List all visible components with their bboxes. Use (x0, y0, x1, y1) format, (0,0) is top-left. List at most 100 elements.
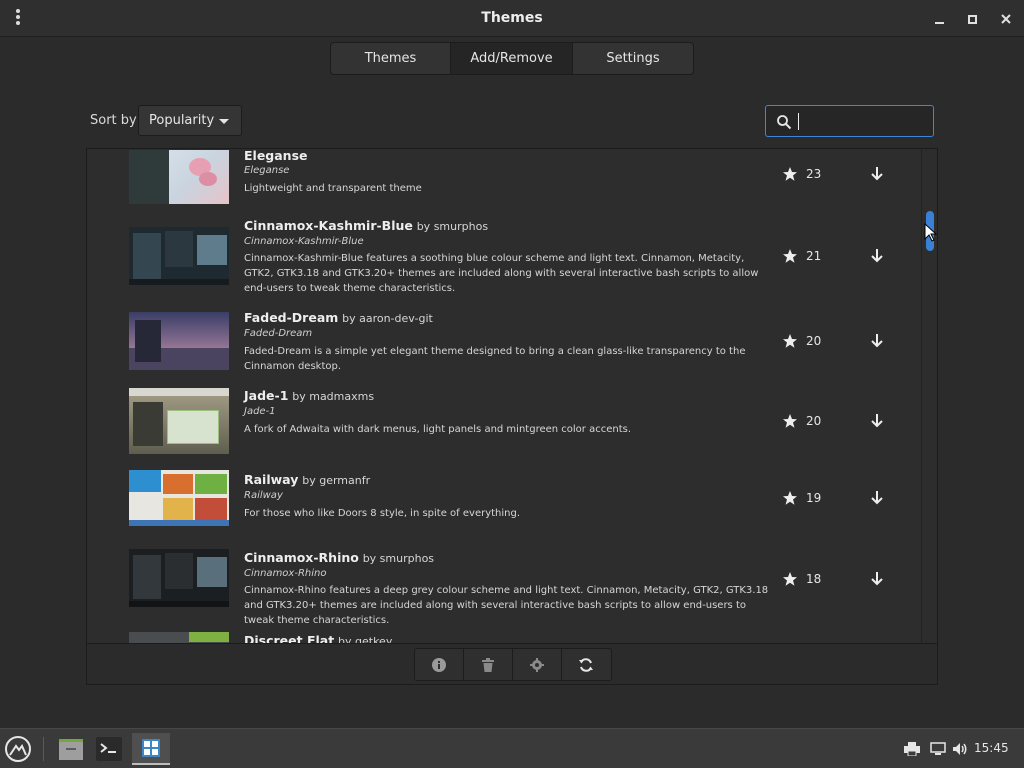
refresh-icon (579, 657, 594, 672)
printer-icon (904, 742, 920, 756)
close-button[interactable] (996, 9, 1016, 29)
theme-score: 18 (782, 571, 821, 587)
maximize-button[interactable] (962, 9, 982, 29)
theme-name: Discreet Flat by getkey (244, 633, 393, 643)
theme-thumbnail (129, 312, 229, 370)
score-value: 20 (806, 414, 822, 428)
theme-description: Lightweight and transparent theme (244, 183, 422, 194)
theme-description: For those who like Doors 8 style, in spi… (244, 508, 521, 519)
score-value: 19 (806, 491, 822, 505)
sort-label: Sort by (90, 113, 137, 128)
search-icon (777, 115, 792, 130)
theme-uuid: Cinnamox-Rhino (244, 568, 327, 579)
theme-description: Cinnamox-Rhino features a deep grey colo… (244, 585, 769, 626)
star-icon (783, 491, 797, 505)
theme-name: Eleganse (244, 149, 308, 163)
theme-score: 21 (782, 248, 821, 264)
taskbar-window-themes[interactable] (132, 733, 170, 765)
trash-icon (482, 657, 494, 672)
score-value: 18 (806, 572, 822, 586)
list-item[interactable]: Jade-1 by madmaxms Jade-1 A fork of Adwa… (87, 377, 921, 461)
refresh-button[interactable] (562, 649, 611, 680)
search-input[interactable] (765, 105, 934, 137)
chevron-down-icon (219, 119, 229, 124)
info-button[interactable] (415, 649, 464, 680)
sort-selected: Popularity (149, 113, 215, 128)
theme-uuid: Eleganse (244, 165, 290, 176)
list-item[interactable]: Railway by germanfr Railway For those wh… (87, 461, 921, 541)
taskbar-separator (43, 737, 44, 761)
download-icon[interactable] (867, 246, 887, 266)
theme-list-frame: Eleganse Eleganse Lightweight and transp… (86, 148, 938, 685)
network-icon (930, 742, 946, 755)
theme-list[interactable]: Eleganse Eleganse Lightweight and transp… (87, 149, 937, 643)
download-icon[interactable] (867, 164, 887, 184)
clock[interactable]: 15:45 (974, 741, 1009, 755)
gear-icon (530, 657, 544, 672)
window-title: Themes (481, 10, 543, 26)
info-icon (432, 657, 446, 672)
theme-thumbnail (129, 227, 229, 285)
download-icon[interactable] (867, 411, 887, 431)
score-value: 21 (806, 249, 822, 263)
action-buttons (414, 648, 612, 681)
list-item[interactable]: Discreet Flat by getkey (87, 629, 921, 643)
theme-name: Cinnamox-Kashmir-Blue by smurphos (244, 218, 489, 233)
view-switcher: Themes Add/Remove Settings (330, 42, 694, 75)
star-icon (783, 414, 797, 428)
theme-uuid: Faded-Dream (244, 328, 313, 339)
menu-button[interactable] (2, 733, 34, 765)
taskbar: 15:45 (0, 728, 1024, 768)
tray-printer[interactable] (902, 733, 922, 765)
theme-description: Faded-Dream is a simple yet elegant them… (244, 346, 746, 372)
launcher-files[interactable] (55, 733, 87, 765)
score-value: 23 (806, 167, 822, 181)
list-item[interactable]: Faded-Dream by aaron-dev-git Faded-Dream… (87, 299, 921, 377)
download-icon[interactable] (867, 488, 887, 508)
tab-themes[interactable]: Themes (331, 43, 451, 74)
theme-thumbnail (129, 470, 229, 526)
star-icon (783, 167, 797, 181)
theme-description: A fork of Adwaita with dark menus, light… (244, 424, 632, 435)
theme-uuid: Cinnamox-Kashmir-Blue (244, 236, 364, 247)
theme-thumbnail (129, 388, 229, 454)
minimize-button[interactable] (929, 9, 949, 29)
theme-name: Faded-Dream by aaron-dev-git (244, 310, 433, 325)
close-icon (1001, 14, 1011, 24)
tab-settings[interactable]: Settings (573, 43, 693, 74)
theme-name: Jade-1 by madmaxms (244, 388, 375, 403)
tray-volume[interactable] (950, 733, 970, 765)
terminal-icon (96, 737, 122, 761)
folder-icon (59, 739, 83, 760)
volume-icon (953, 743, 967, 755)
launcher-terminal[interactable] (93, 733, 125, 765)
download-icon[interactable] (867, 331, 887, 351)
theme-name: Cinnamox-Rhino by smurphos (244, 550, 435, 565)
uninstall-button[interactable] (464, 649, 513, 680)
sort-dropdown[interactable]: Popularity (138, 105, 242, 136)
star-icon (783, 249, 797, 263)
mint-menu-icon (5, 736, 31, 762)
theme-uuid: Jade-1 (244, 406, 276, 417)
theme-thumbnail (129, 150, 229, 204)
list-item[interactable]: Eleganse Eleganse Lightweight and transp… (87, 149, 921, 213)
list-item[interactable]: Cinnamox-Rhino by smurphos Cinnamox-Rhin… (87, 541, 921, 629)
themes-app-icon (142, 739, 160, 757)
star-icon (783, 334, 797, 348)
theme-score: 20 (782, 413, 821, 429)
download-icon[interactable] (867, 569, 887, 589)
themes-window: Themes Themes Add/Remove Settings Sort b… (0, 0, 1024, 728)
title-bar: Themes (0, 0, 1024, 37)
theme-score: 23 (782, 166, 821, 182)
text-cursor (798, 113, 799, 130)
theme-score: 19 (782, 490, 821, 506)
configure-button[interactable] (513, 649, 562, 680)
list-item[interactable]: Cinnamox-Kashmir-Blue by smurphos Cinnam… (87, 213, 921, 299)
tray-network[interactable] (928, 733, 948, 765)
star-icon (783, 572, 797, 586)
theme-name: Railway by germanfr (244, 472, 371, 487)
tab-add-remove[interactable]: Add/Remove (451, 43, 573, 74)
theme-thumbnail (129, 632, 229, 643)
theme-score: 20 (782, 333, 821, 349)
theme-thumbnail (129, 549, 229, 607)
